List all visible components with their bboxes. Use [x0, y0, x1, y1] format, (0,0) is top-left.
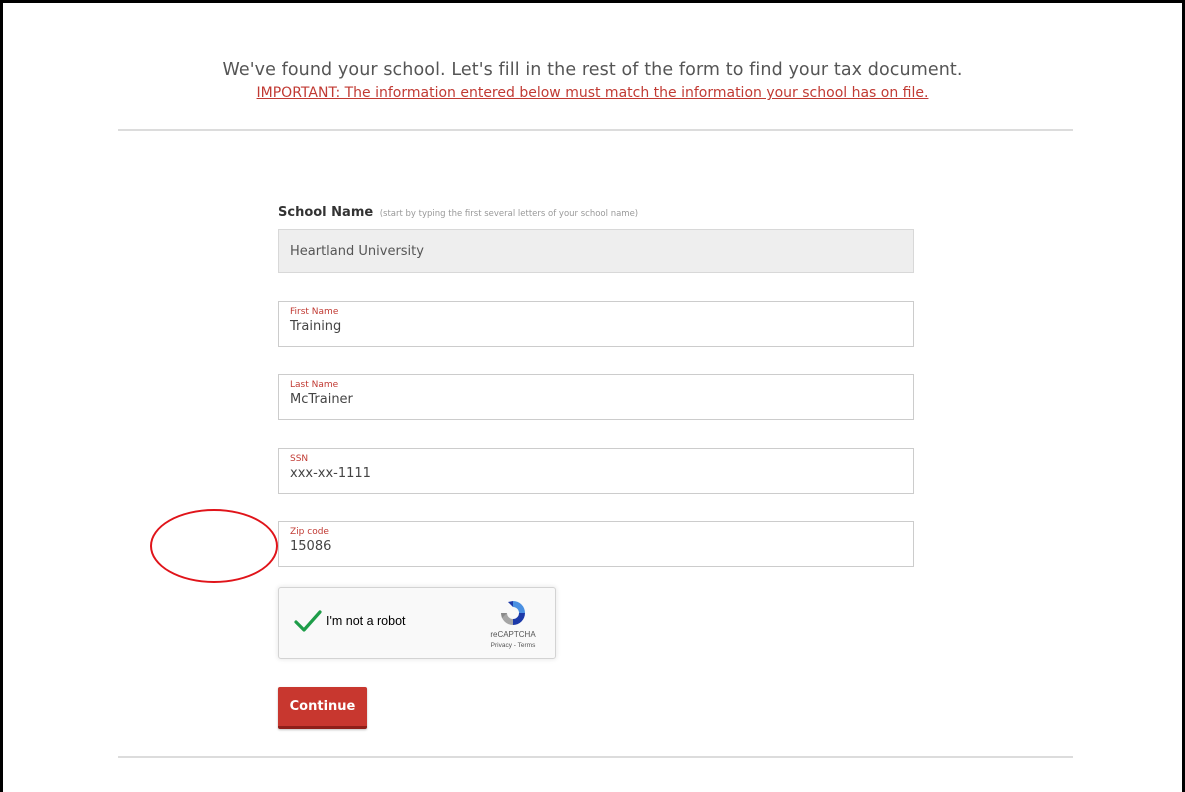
- ssn-label: SSN: [290, 454, 309, 464]
- first-name-field[interactable]: First Name Training: [278, 301, 914, 347]
- school-name-field[interactable]: Heartland University: [278, 229, 914, 273]
- page-headline: We've found your school. Let's fill in t…: [222, 60, 963, 80]
- recaptcha-checkbox[interactable]: [293, 606, 323, 636]
- zip-code-label: Zip code: [290, 527, 329, 537]
- recaptcha-logo-icon: [497, 597, 529, 629]
- recaptcha-widget: I'm not a robot reCAPTCHA Privacy - Term…: [278, 587, 556, 659]
- ssn-field[interactable]: SSN xxx-xx-1111: [278, 448, 914, 494]
- school-name-label: School Name (start by typing the first s…: [278, 205, 638, 220]
- school-name-label-text: School Name: [278, 205, 374, 220]
- recaptcha-brand: reCAPTCHA: [490, 630, 536, 639]
- continue-button[interactable]: Continue: [278, 687, 367, 729]
- zip-code-field[interactable]: Zip code 15086: [278, 521, 914, 567]
- ssn-value: xxx-xx-1111: [290, 466, 371, 481]
- first-name-value: Training: [290, 319, 342, 334]
- top-divider: [118, 129, 1073, 131]
- important-note-link[interactable]: IMPORTANT: The information entered below…: [257, 85, 929, 101]
- recaptcha-label: I'm not a robot: [326, 614, 406, 628]
- last-name-label: Last Name: [290, 380, 339, 390]
- first-name-label: First Name: [290, 307, 339, 317]
- page-header: We've found your school. Let's fill in t…: [0, 60, 1185, 102]
- checkmark-icon: [294, 610, 322, 632]
- recaptcha-privacy-terms-links[interactable]: Privacy - Terms: [479, 642, 547, 649]
- zip-code-value: 15086: [290, 539, 332, 554]
- school-name-value: Heartland University: [290, 243, 424, 259]
- bottom-divider: [118, 756, 1073, 758]
- school-name-hint: (start by typing the first several lette…: [379, 209, 639, 219]
- last-name-field[interactable]: Last Name McTrainer: [278, 374, 914, 420]
- last-name-value: McTrainer: [290, 392, 353, 407]
- annotation-highlight-ellipse: [150, 509, 278, 583]
